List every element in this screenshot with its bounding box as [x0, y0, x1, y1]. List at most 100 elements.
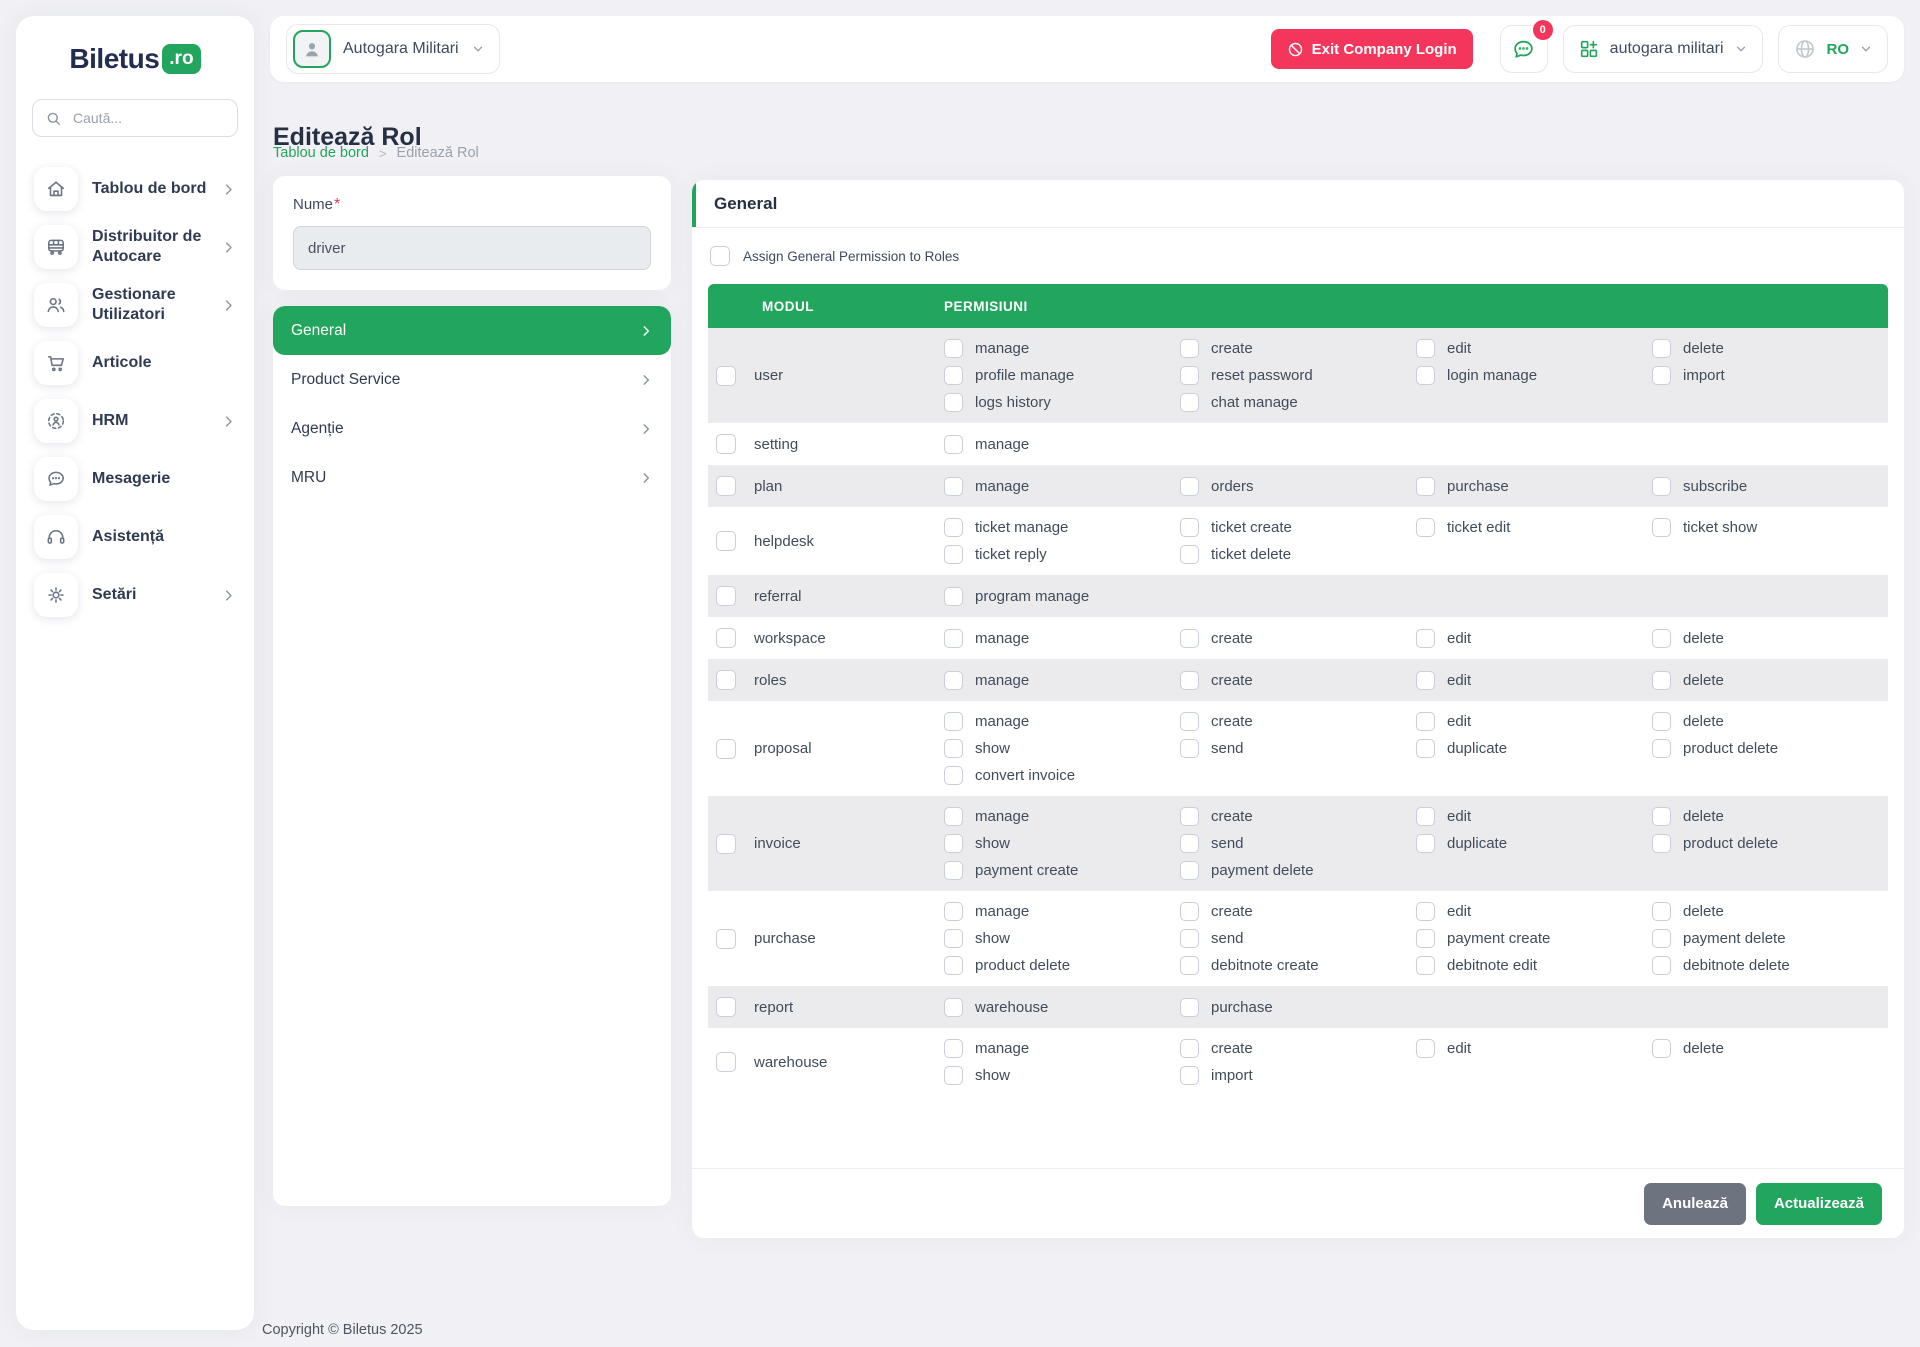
- permission-checkbox[interactable]: [1180, 739, 1199, 758]
- permission-option-payment-delete[interactable]: payment delete: [1652, 929, 1888, 948]
- permission-checkbox[interactable]: [1180, 518, 1199, 537]
- permission-checkbox[interactable]: [1180, 861, 1199, 880]
- permission-checkbox[interactable]: [1652, 929, 1671, 948]
- permission-option-warehouse[interactable]: warehouse: [944, 998, 1180, 1017]
- permission-checkbox[interactable]: [944, 929, 963, 948]
- permission-option-delete[interactable]: delete: [1652, 671, 1888, 690]
- permission-option-send[interactable]: send: [1180, 929, 1416, 948]
- sidebar-item-hrm[interactable]: HRM: [30, 397, 240, 445]
- permission-option-delete[interactable]: delete: [1652, 339, 1888, 358]
- permission-checkbox[interactable]: [944, 834, 963, 853]
- module-select-checkbox[interactable]: [716, 476, 736, 496]
- permission-checkbox[interactable]: [944, 1039, 963, 1058]
- permission-option-debitnote-delete[interactable]: debitnote delete: [1652, 956, 1888, 975]
- sidebar-item-bus[interactable]: Distribuitor de Autocare: [30, 223, 240, 271]
- permission-checkbox[interactable]: [944, 393, 963, 412]
- permission-checkbox[interactable]: [1416, 629, 1435, 648]
- permission-checkbox[interactable]: [1180, 393, 1199, 412]
- permission-option-create[interactable]: create: [1180, 629, 1416, 648]
- permission-option-edit[interactable]: edit: [1416, 1039, 1652, 1058]
- sidebar-item-chat[interactable]: Mesagerie: [30, 455, 240, 503]
- permission-checkbox[interactable]: [1652, 956, 1671, 975]
- module-select-checkbox[interactable]: [716, 834, 736, 854]
- permission-checkbox[interactable]: [1180, 712, 1199, 731]
- module-select-checkbox[interactable]: [716, 997, 736, 1017]
- permission-checkbox[interactable]: [1416, 671, 1435, 690]
- account-menu[interactable]: autogara militari: [1563, 25, 1763, 73]
- permission-checkbox[interactable]: [1180, 902, 1199, 921]
- permission-option-manage[interactable]: manage: [944, 477, 1180, 496]
- permission-checkbox[interactable]: [1180, 366, 1199, 385]
- permission-option-payment-create[interactable]: payment create: [1416, 929, 1652, 948]
- permission-checkbox[interactable]: [1652, 671, 1671, 690]
- permission-option-ticket-reply[interactable]: ticket reply: [944, 545, 1180, 564]
- permission-option-debitnote-create[interactable]: debitnote create: [1180, 956, 1416, 975]
- tab-product-service[interactable]: Product Service: [273, 355, 671, 404]
- permission-checkbox[interactable]: [1416, 1039, 1435, 1058]
- permission-checkbox[interactable]: [1180, 1066, 1199, 1085]
- permission-checkbox[interactable]: [1416, 739, 1435, 758]
- permission-checkbox[interactable]: [944, 671, 963, 690]
- permission-checkbox[interactable]: [1652, 629, 1671, 648]
- permission-option-delete[interactable]: delete: [1652, 712, 1888, 731]
- permission-option-import[interactable]: import: [1180, 1066, 1416, 1085]
- permission-option-ticket-show[interactable]: ticket show: [1652, 518, 1888, 537]
- permission-option-profile-manage[interactable]: profile manage: [944, 366, 1180, 385]
- role-name-input[interactable]: [293, 226, 651, 270]
- sidebar-item-cart[interactable]: Articole: [30, 339, 240, 387]
- permission-option-manage[interactable]: manage: [944, 339, 1180, 358]
- company-selector[interactable]: Autogara Militari: [286, 24, 500, 74]
- permission-checkbox[interactable]: [944, 712, 963, 731]
- permission-option-import[interactable]: import: [1652, 366, 1888, 385]
- permission-checkbox[interactable]: [944, 366, 963, 385]
- permission-option-product-delete[interactable]: product delete: [1652, 834, 1888, 853]
- permission-option-convert-invoice[interactable]: convert invoice: [944, 766, 1180, 785]
- permission-option-edit[interactable]: edit: [1416, 629, 1652, 648]
- module-select-checkbox[interactable]: [716, 366, 736, 386]
- permission-option-show[interactable]: show: [944, 1066, 1180, 1085]
- permission-checkbox[interactable]: [944, 739, 963, 758]
- permission-option-manage[interactable]: manage: [944, 807, 1180, 826]
- permission-checkbox[interactable]: [1180, 807, 1199, 826]
- permission-checkbox[interactable]: [944, 545, 963, 564]
- permission-option-create[interactable]: create: [1180, 339, 1416, 358]
- permission-option-send[interactable]: send: [1180, 834, 1416, 853]
- module-select-checkbox[interactable]: [716, 1052, 736, 1072]
- permission-checkbox[interactable]: [944, 998, 963, 1017]
- permission-checkbox[interactable]: [1180, 629, 1199, 648]
- permission-option-payment-delete[interactable]: payment delete: [1180, 861, 1416, 880]
- permission-option-show[interactable]: show: [944, 929, 1180, 948]
- permission-option-delete[interactable]: delete: [1652, 1039, 1888, 1058]
- permission-checkbox[interactable]: [1416, 929, 1435, 948]
- permission-option-debitnote-edit[interactable]: debitnote edit: [1416, 956, 1652, 975]
- permission-option-show[interactable]: show: [944, 739, 1180, 758]
- search-input[interactable]: [71, 109, 225, 127]
- permission-checkbox[interactable]: [1416, 902, 1435, 921]
- permission-option-ticket-create[interactable]: ticket create: [1180, 518, 1416, 537]
- permission-option-create[interactable]: create: [1180, 671, 1416, 690]
- language-menu[interactable]: RO: [1778, 25, 1889, 73]
- tab-general[interactable]: General: [273, 306, 671, 355]
- permission-option-edit[interactable]: edit: [1416, 671, 1652, 690]
- permission-option-logs-history[interactable]: logs history: [944, 393, 1180, 412]
- permission-checkbox[interactable]: [1180, 998, 1199, 1017]
- sidebar-item-gear[interactable]: Setări: [30, 571, 240, 619]
- permission-option-edit[interactable]: edit: [1416, 339, 1652, 358]
- breadcrumb-home-link[interactable]: Tablou de bord: [273, 145, 369, 161]
- tab-mru[interactable]: MRU: [273, 453, 671, 502]
- module-select-checkbox[interactable]: [716, 929, 736, 949]
- permission-option-orders[interactable]: orders: [1180, 477, 1416, 496]
- tab-agenție[interactable]: Agenție: [273, 404, 671, 453]
- permission-checkbox[interactable]: [1652, 902, 1671, 921]
- permission-option-edit[interactable]: edit: [1416, 902, 1652, 921]
- permission-option-manage[interactable]: manage: [944, 629, 1180, 648]
- permission-option-login-manage[interactable]: login manage: [1416, 366, 1652, 385]
- permission-option-chat-manage[interactable]: chat manage: [1180, 393, 1416, 412]
- permission-option-edit[interactable]: edit: [1416, 807, 1652, 826]
- permission-checkbox[interactable]: [1180, 671, 1199, 690]
- permission-checkbox[interactable]: [1180, 956, 1199, 975]
- permission-checkbox[interactable]: [1180, 1039, 1199, 1058]
- permission-option-payment-create[interactable]: payment create: [944, 861, 1180, 880]
- permission-option-program-manage[interactable]: program manage: [944, 587, 1180, 606]
- permission-checkbox[interactable]: [1652, 366, 1671, 385]
